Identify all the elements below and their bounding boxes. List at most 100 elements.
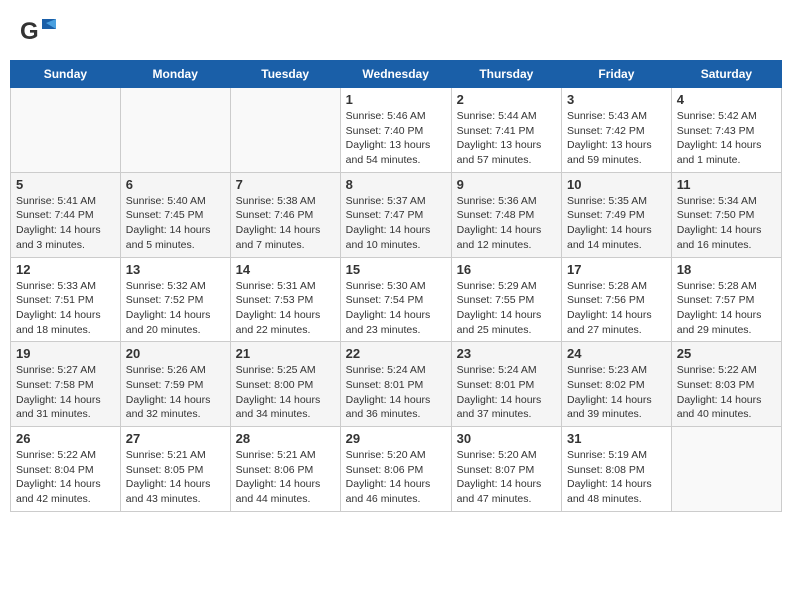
day-number: 25 bbox=[677, 346, 776, 361]
day-info: Sunrise: 5:36 AMSunset: 7:48 PMDaylight:… bbox=[457, 194, 556, 253]
svg-text:G: G bbox=[20, 18, 39, 45]
day-info: Sunrise: 5:21 AMSunset: 8:06 PMDaylight:… bbox=[236, 448, 335, 507]
day-number: 16 bbox=[457, 262, 556, 277]
day-info: Sunrise: 5:24 AMSunset: 8:01 PMDaylight:… bbox=[457, 363, 556, 422]
day-number: 10 bbox=[567, 177, 666, 192]
day-number: 31 bbox=[567, 431, 666, 446]
day-number: 17 bbox=[567, 262, 666, 277]
calendar-week-row: 1Sunrise: 5:46 AMSunset: 7:40 PMDaylight… bbox=[11, 88, 782, 173]
calendar-cell: 8 Sunrise: 5:37 AMSunset: 7:47 PMDaylight… bbox=[340, 172, 451, 257]
calendar-cell bbox=[11, 88, 121, 173]
day-info: Sunrise: 5:19 AMSunset: 8:08 PMDaylight:… bbox=[567, 448, 666, 507]
calendar-cell: 13 Sunrise: 5:32 AMSunset: 7:52 PMDayligh… bbox=[120, 257, 230, 342]
logo: G bbox=[20, 15, 60, 45]
day-info: Sunrise: 5:20 AMSunset: 8:06 PMDaylight:… bbox=[346, 448, 446, 507]
calendar-cell bbox=[671, 427, 781, 512]
day-info: Sunrise: 5:22 AMSunset: 8:03 PMDaylight:… bbox=[677, 363, 776, 422]
calendar-cell: 24 Sunrise: 5:23 AMSunset: 8:02 PMDayligh… bbox=[562, 342, 672, 427]
day-number: 27 bbox=[126, 431, 225, 446]
calendar-cell: 19 Sunrise: 5:27 AMSunset: 7:58 PMDayligh… bbox=[11, 342, 121, 427]
day-number: 30 bbox=[457, 431, 556, 446]
day-info: Sunrise: 5:37 AMSunset: 7:47 PMDaylight:… bbox=[346, 194, 446, 253]
calendar-cell: 22 Sunrise: 5:24 AMSunset: 8:01 PMDayligh… bbox=[340, 342, 451, 427]
calendar-cell: 1Sunrise: 5:46 AMSunset: 7:40 PMDaylight… bbox=[340, 88, 451, 173]
day-number: 5 bbox=[16, 177, 115, 192]
calendar-cell: 10Sunrise: 5:35 AMSunset: 7:49 PMDayligh… bbox=[562, 172, 672, 257]
calendar-header-row: SundayMondayTuesdayWednesdayThursdayFrid… bbox=[11, 61, 782, 88]
calendar-cell: 25 Sunrise: 5:22 AMSunset: 8:03 PMDayligh… bbox=[671, 342, 781, 427]
calendar-cell: 23 Sunrise: 5:24 AMSunset: 8:01 PMDayligh… bbox=[451, 342, 561, 427]
day-number: 14 bbox=[236, 262, 335, 277]
day-number: 22 bbox=[346, 346, 446, 361]
day-number: 2 bbox=[457, 92, 556, 107]
calendar-cell: 21 Sunrise: 5:25 AMSunset: 8:00 PMDayligh… bbox=[230, 342, 340, 427]
page-header: G bbox=[10, 10, 782, 50]
calendar-cell: 15Sunrise: 5:30 AMSunset: 7:54 PMDayligh… bbox=[340, 257, 451, 342]
day-info: Sunrise: 5:42 AMSunset: 7:43 PMDaylight:… bbox=[677, 109, 776, 168]
day-info: Sunrise: 5:41 AMSunset: 7:44 PMDaylight:… bbox=[16, 194, 115, 253]
logo-icon: G bbox=[20, 15, 58, 45]
day-info: Sunrise: 5:22 AMSunset: 8:04 PMDaylight:… bbox=[16, 448, 115, 507]
day-number: 28 bbox=[236, 431, 335, 446]
day-number: 4 bbox=[677, 92, 776, 107]
day-info: Sunrise: 5:44 AMSunset: 7:41 PMDaylight:… bbox=[457, 109, 556, 168]
day-number: 12 bbox=[16, 262, 115, 277]
day-number: 24 bbox=[567, 346, 666, 361]
calendar-day-header: Thursday bbox=[451, 61, 561, 88]
calendar-week-row: 12 Sunrise: 5:33 AMSunset: 7:51 PMDayligh… bbox=[11, 257, 782, 342]
calendar-day-header: Friday bbox=[562, 61, 672, 88]
calendar-cell bbox=[120, 88, 230, 173]
day-info: Sunrise: 5:25 AMSunset: 8:00 PMDaylight:… bbox=[236, 363, 335, 422]
day-info: Sunrise: 5:31 AMSunset: 7:53 PMDaylight:… bbox=[236, 279, 335, 338]
calendar-cell: 2 Sunrise: 5:44 AMSunset: 7:41 PMDaylight… bbox=[451, 88, 561, 173]
calendar-cell: 4 Sunrise: 5:42 AMSunset: 7:43 PMDaylight… bbox=[671, 88, 781, 173]
calendar-table: SundayMondayTuesdayWednesdayThursdayFrid… bbox=[10, 60, 782, 512]
day-info: Sunrise: 5:33 AMSunset: 7:51 PMDaylight:… bbox=[16, 279, 115, 338]
day-number: 8 bbox=[346, 177, 446, 192]
calendar-cell: 5 Sunrise: 5:41 AMSunset: 7:44 PMDaylight… bbox=[11, 172, 121, 257]
calendar-cell: 16 Sunrise: 5:29 AMSunset: 7:55 PMDayligh… bbox=[451, 257, 561, 342]
calendar-week-row: 19 Sunrise: 5:27 AMSunset: 7:58 PMDayligh… bbox=[11, 342, 782, 427]
day-number: 23 bbox=[457, 346, 556, 361]
calendar-cell: 11Sunrise: 5:34 AMSunset: 7:50 PMDayligh… bbox=[671, 172, 781, 257]
day-info: Sunrise: 5:26 AMSunset: 7:59 PMDaylight:… bbox=[126, 363, 225, 422]
day-number: 15 bbox=[346, 262, 446, 277]
calendar-week-row: 5 Sunrise: 5:41 AMSunset: 7:44 PMDaylight… bbox=[11, 172, 782, 257]
day-info: Sunrise: 5:43 AMSunset: 7:42 PMDaylight:… bbox=[567, 109, 666, 168]
day-info: Sunrise: 5:24 AMSunset: 8:01 PMDaylight:… bbox=[346, 363, 446, 422]
calendar-cell: 3 Sunrise: 5:43 AMSunset: 7:42 PMDaylight… bbox=[562, 88, 672, 173]
calendar-day-header: Sunday bbox=[11, 61, 121, 88]
day-info: Sunrise: 5:28 AMSunset: 7:56 PMDaylight:… bbox=[567, 279, 666, 338]
calendar-day-header: Tuesday bbox=[230, 61, 340, 88]
calendar-cell: 20 Sunrise: 5:26 AMSunset: 7:59 PMDayligh… bbox=[120, 342, 230, 427]
day-number: 6 bbox=[126, 177, 225, 192]
calendar-cell: 18Sunrise: 5:28 AMSunset: 7:57 PMDayligh… bbox=[671, 257, 781, 342]
day-info: Sunrise: 5:21 AMSunset: 8:05 PMDaylight:… bbox=[126, 448, 225, 507]
day-number: 21 bbox=[236, 346, 335, 361]
day-number: 13 bbox=[126, 262, 225, 277]
calendar-cell: 28 Sunrise: 5:21 AMSunset: 8:06 PMDayligh… bbox=[230, 427, 340, 512]
calendar-day-header: Wednesday bbox=[340, 61, 451, 88]
day-info: Sunrise: 5:29 AMSunset: 7:55 PMDaylight:… bbox=[457, 279, 556, 338]
day-info: Sunrise: 5:34 AMSunset: 7:50 PMDaylight:… bbox=[677, 194, 776, 253]
day-number: 18 bbox=[677, 262, 776, 277]
calendar-cell: 26 Sunrise: 5:22 AMSunset: 8:04 PMDayligh… bbox=[11, 427, 121, 512]
calendar-day-header: Saturday bbox=[671, 61, 781, 88]
calendar-cell bbox=[230, 88, 340, 173]
day-number: 26 bbox=[16, 431, 115, 446]
calendar-cell: 17 Sunrise: 5:28 AMSunset: 7:56 PMDayligh… bbox=[562, 257, 672, 342]
day-number: 9 bbox=[457, 177, 556, 192]
calendar-day-header: Monday bbox=[120, 61, 230, 88]
day-info: Sunrise: 5:38 AMSunset: 7:46 PMDaylight:… bbox=[236, 194, 335, 253]
day-info: Sunrise: 5:40 AMSunset: 7:45 PMDaylight:… bbox=[126, 194, 225, 253]
calendar-cell: 12 Sunrise: 5:33 AMSunset: 7:51 PMDayligh… bbox=[11, 257, 121, 342]
calendar-cell: 14 Sunrise: 5:31 AMSunset: 7:53 PMDayligh… bbox=[230, 257, 340, 342]
day-number: 29 bbox=[346, 431, 446, 446]
day-number: 20 bbox=[126, 346, 225, 361]
day-number: 19 bbox=[16, 346, 115, 361]
day-info: Sunrise: 5:27 AMSunset: 7:58 PMDaylight:… bbox=[16, 363, 115, 422]
day-info: Sunrise: 5:32 AMSunset: 7:52 PMDaylight:… bbox=[126, 279, 225, 338]
calendar-week-row: 26 Sunrise: 5:22 AMSunset: 8:04 PMDayligh… bbox=[11, 427, 782, 512]
day-info: Sunrise: 5:23 AMSunset: 8:02 PMDaylight:… bbox=[567, 363, 666, 422]
day-number: 3 bbox=[567, 92, 666, 107]
